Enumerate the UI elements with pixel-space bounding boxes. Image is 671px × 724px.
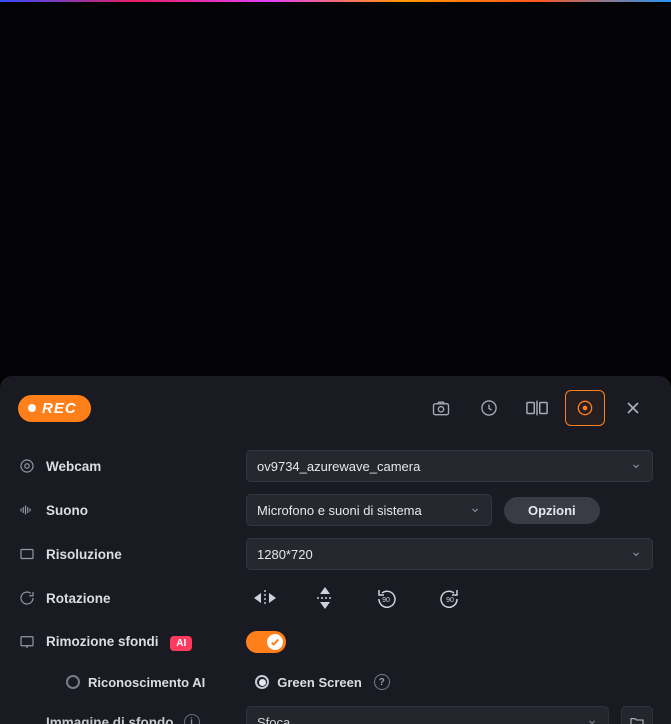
resolution-icon	[18, 545, 46, 563]
record-button[interactable]: REC	[18, 395, 91, 422]
toggle-knob	[267, 634, 283, 650]
rotate-left-90-button[interactable]: 90	[374, 587, 398, 609]
sound-icon	[18, 501, 46, 519]
radio-ai-recognition[interactable]: Riconoscimento AI	[66, 675, 205, 690]
help-green-screen-icon[interactable]: ?	[374, 674, 390, 690]
radio-circle-icon	[66, 675, 80, 689]
radio-green-label: Green Screen	[277, 675, 362, 690]
settings-panel: REC Webcam	[0, 376, 671, 724]
rotate-right-90-button[interactable]: 90	[438, 587, 462, 609]
bg-removal-label-text: Rimozione sfondi	[46, 634, 159, 649]
webcam-select[interactable]: ov9734_azurewave_camera	[246, 450, 653, 482]
row-sound: Suono Microfono e suoni di sistema Opzio…	[18, 488, 653, 532]
sound-select-value: Microfono e suoni di sistema	[257, 503, 422, 518]
history-tab-button[interactable]	[469, 390, 509, 426]
sound-select[interactable]: Microfono e suoni di sistema	[246, 494, 492, 526]
svg-text:90: 90	[446, 597, 454, 604]
sound-label: Suono	[46, 503, 246, 518]
row-resolution: Risoluzione 1280*720	[18, 532, 653, 576]
radio-ai-label: Riconoscimento AI	[88, 675, 205, 690]
record-indicator-dot	[28, 404, 36, 412]
flip-vertical-button[interactable]	[316, 587, 334, 609]
rotation-icon	[18, 589, 46, 607]
layout-tab-button[interactable]	[517, 390, 557, 426]
svg-text:90: 90	[382, 597, 390, 604]
radio-circle-icon	[255, 675, 269, 689]
resolution-select-value: 1280*720	[257, 547, 313, 562]
flip-horizontal-button[interactable]	[254, 587, 276, 609]
settings-scroll[interactable]: Webcam ov9734_azurewave_camera Suono Mic…	[0, 438, 671, 724]
bg-removal-toggle[interactable]	[246, 631, 286, 653]
panel-header: REC	[0, 376, 671, 438]
webcam-preview	[0, 2, 671, 378]
radio-green-screen[interactable]: Green Screen ?	[255, 674, 390, 690]
row-webcam: Webcam ov9734_azurewave_camera	[18, 444, 653, 488]
row-rotation: Rotazione 90 90	[18, 576, 653, 620]
record-label: REC	[42, 400, 77, 417]
bg-image-label: Immagine di sfondo	[46, 715, 174, 724]
ai-badge: AI	[170, 636, 192, 651]
row-bg-removal: Rimozione sfondi AI	[18, 620, 653, 664]
row-bg-image: Immagine di sfondo i Sfoca	[18, 700, 653, 724]
bg-image-select-value: Sfoca	[257, 715, 290, 724]
browse-bg-image-button[interactable]	[621, 706, 653, 724]
webcam-icon	[18, 457, 46, 475]
webcam-select-value: ov9734_azurewave_camera	[257, 459, 420, 474]
bg-image-label-wrap: Immagine di sfondo i	[46, 714, 246, 724]
bg-removal-label: Rimozione sfondi AI	[46, 634, 246, 651]
webcam-settings-tab-button[interactable]	[565, 390, 605, 426]
rotation-label: Rotazione	[46, 591, 246, 606]
bg-removal-options: Riconoscimento AI Green Screen ?	[18, 664, 653, 700]
help-bg-image-icon[interactable]: i	[184, 714, 200, 724]
bg-removal-icon	[18, 633, 46, 651]
resolution-select[interactable]: 1280*720	[246, 538, 653, 570]
sound-options-button[interactable]: Opzioni	[504, 497, 600, 524]
header-tabs	[421, 390, 653, 426]
resolution-label: Risoluzione	[46, 547, 246, 562]
webcam-label: Webcam	[46, 459, 246, 474]
sound-options-label: Opzioni	[528, 503, 576, 518]
bg-image-select[interactable]: Sfoca	[246, 706, 609, 724]
close-panel-button[interactable]	[613, 390, 653, 426]
camera-tab-button[interactable]	[421, 390, 461, 426]
